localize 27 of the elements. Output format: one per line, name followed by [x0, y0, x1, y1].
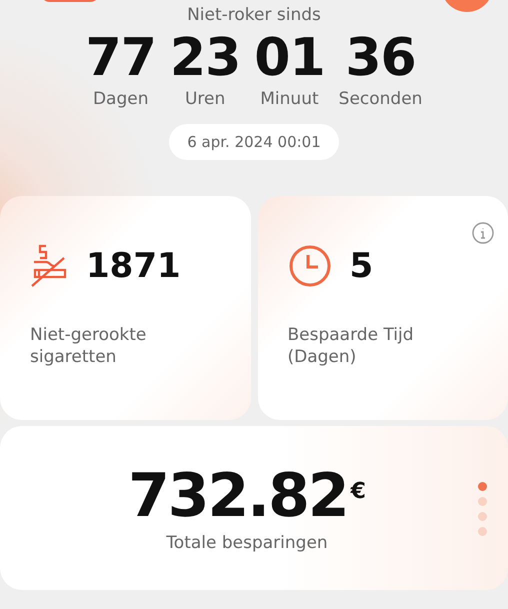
stat-card[interactable]: 5 Bespaarde Tijd (Dagen)	[258, 196, 508, 420]
counter-value: 36	[345, 29, 416, 87]
stat-value: 5	[350, 246, 374, 286]
currency-symbol: €	[350, 479, 366, 504]
stat-label: Niet-gerookte sigaretten	[30, 324, 148, 368]
counter-value: 01	[254, 29, 325, 87]
counter-unit: Seconden	[338, 89, 422, 109]
counter-value: 23	[170, 29, 240, 87]
page-dot[interactable]	[478, 527, 487, 536]
page-dot[interactable]	[478, 497, 487, 506]
savings-amount: 732.82	[128, 463, 348, 529]
counter-unit: Dagen	[92, 89, 148, 109]
counter-unit: Minuut	[260, 89, 319, 109]
header-title: Niet-roker sinds	[187, 5, 321, 25]
clock-icon	[288, 244, 332, 288]
stat-label: Bespaarde Tijd (Dagen)	[288, 324, 415, 368]
counter-unit: Uren	[184, 89, 226, 109]
info-icon[interactable]	[472, 222, 494, 244]
stat-value: 1871	[86, 246, 181, 286]
page-dot[interactable]	[478, 512, 487, 521]
savings-label: Totale besparingen	[166, 533, 328, 553]
no-smoking-icon	[30, 244, 68, 288]
page-dot[interactable]	[478, 482, 487, 491]
stat-card[interactable]: 1871 Niet-gerookte sigaretten	[0, 196, 250, 420]
savings-card[interactable]: 732.82€ Totale besparingen	[0, 426, 508, 590]
start-date: 6 apr. 2024 00:01	[169, 124, 339, 160]
counter-value: 77	[86, 29, 156, 87]
